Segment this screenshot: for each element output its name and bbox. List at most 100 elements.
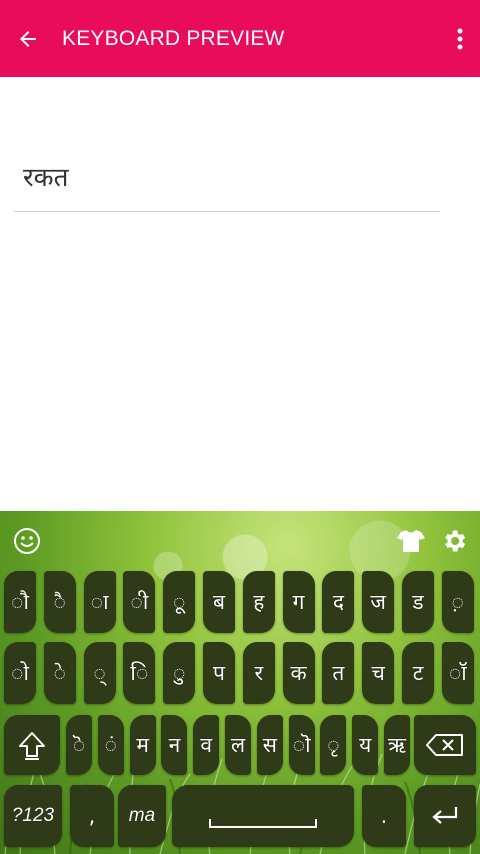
enter-key[interactable]: [414, 785, 476, 847]
key-row1-5[interactable]: ब: [203, 571, 235, 633]
app-bar: KEYBOARD PREVIEW: [0, 0, 480, 77]
key-label: ो: [11, 661, 29, 685]
key-label: ॊ: [292, 733, 311, 757]
key-row3-8[interactable]: ृ: [320, 715, 347, 775]
key-row3-5[interactable]: ल: [225, 715, 251, 775]
key-row3-3[interactable]: न: [161, 715, 188, 775]
key-label: ड: [412, 590, 424, 614]
key-label: ज: [370, 590, 386, 614]
backspace-icon: [426, 734, 463, 756]
gear-icon: [445, 530, 466, 552]
key-label: ्: [93, 661, 106, 685]
key-row2-3[interactable]: ि: [123, 642, 156, 704]
key-row2-5[interactable]: प: [203, 642, 235, 704]
shift-icon: [19, 732, 45, 760]
more-vertical-icon: [457, 28, 463, 49]
space-bar-indicator: [209, 818, 317, 828]
theme-button[interactable]: [394, 524, 428, 558]
key-label: ृ: [327, 733, 340, 757]
key-label: र: [254, 661, 264, 685]
key-label: ग: [292, 590, 305, 614]
key-label: ि: [130, 661, 149, 685]
key-row2-1[interactable]: े: [43, 642, 76, 704]
comma-key-label: ,: [88, 804, 96, 828]
key-label: ं: [104, 733, 118, 757]
key-row1-6[interactable]: ह: [242, 571, 275, 633]
key-row1-8[interactable]: द: [322, 571, 355, 633]
emoji-icon: [14, 528, 40, 554]
key-row1-9[interactable]: ज: [362, 571, 395, 633]
key-row1-7[interactable]: ग: [282, 571, 315, 633]
symbols-key-label: ?123: [11, 805, 55, 826]
key-label: व: [200, 733, 213, 757]
language-key[interactable]: ma: [118, 785, 166, 847]
preview-text-field[interactable]: रकत: [14, 150, 440, 212]
period-key-label: .: [380, 804, 388, 828]
key-row1-0[interactable]: ौ: [4, 571, 36, 633]
key-row2-7[interactable]: क: [282, 642, 315, 704]
key-label: स: [262, 733, 277, 757]
key-label: द: [332, 590, 344, 614]
backspace-key[interactable]: [414, 715, 476, 775]
key-label: ़: [451, 590, 465, 614]
key-label: ौ: [11, 590, 29, 614]
tshirt-icon: [397, 530, 425, 552]
key-row1-2[interactable]: ा: [83, 571, 116, 633]
key-row3-6[interactable]: स: [256, 715, 283, 775]
space-key[interactable]: [172, 785, 354, 847]
key-row3-0[interactable]: ॆ: [66, 715, 92, 775]
settings-button[interactable]: [436, 524, 472, 558]
key-label: य: [359, 733, 372, 757]
period-key[interactable]: .: [362, 785, 406, 847]
key-row3-2[interactable]: म: [129, 715, 156, 775]
key-label: प: [213, 661, 225, 685]
key-row2-2[interactable]: ्: [83, 642, 116, 704]
preview-text-value: रकत: [23, 163, 69, 193]
arrow-left-icon: [20, 30, 36, 47]
key-row3-10[interactable]: ऋ: [384, 715, 410, 775]
key-row3-7[interactable]: ॊ: [288, 715, 315, 775]
shift-key[interactable]: [4, 715, 60, 775]
key-row2-8[interactable]: त: [322, 642, 355, 704]
key-row1-10[interactable]: ड: [402, 571, 434, 633]
key-row2-6[interactable]: र: [242, 642, 275, 704]
emoji-button[interactable]: [8, 524, 46, 558]
key-row2-11[interactable]: ॉ: [441, 642, 474, 704]
key-row1-1[interactable]: ै: [43, 571, 76, 633]
key-label: न: [168, 733, 181, 757]
key-label: ी: [130, 590, 149, 614]
key-row2-9[interactable]: च: [362, 642, 395, 704]
keyboard: ?123 , ma . ौैाीू ब ह ग द ज ड़ोे्िु प र क त च टॉॆं म न…: [0, 511, 480, 854]
key-row1-11[interactable]: ़: [441, 571, 474, 633]
key-row3-9[interactable]: य: [352, 715, 379, 775]
back-button[interactable]: [2, 0, 54, 77]
key-row3-4[interactable]: व: [193, 715, 220, 775]
key-label: ा: [90, 590, 109, 614]
key-label: क: [290, 661, 307, 685]
key-label: ॆ: [72, 733, 86, 757]
key-label: ऋ: [388, 733, 406, 757]
key-label: ॉ: [448, 661, 467, 685]
key-row2-10[interactable]: ट: [402, 642, 434, 704]
key-label: ू: [172, 590, 186, 614]
symbols-key[interactable]: ?123: [4, 785, 62, 847]
language-key-label: ma: [128, 805, 156, 826]
key-row1-3[interactable]: ी: [123, 571, 156, 633]
comma-key[interactable]: ,: [70, 785, 114, 847]
key-label: ट: [412, 661, 424, 685]
key-row1-4[interactable]: ू: [163, 571, 196, 633]
key-label: ु: [172, 661, 186, 685]
key-label: त: [332, 661, 345, 685]
key-label: म: [136, 733, 149, 757]
page-title: KEYBOARD PREVIEW: [62, 26, 285, 50]
key-label: ब: [213, 590, 225, 614]
key-label: च: [371, 661, 385, 685]
key-label: ह: [253, 590, 265, 614]
key-row3-1[interactable]: ं: [97, 715, 124, 775]
more-options-button[interactable]: [440, 0, 480, 77]
key-label: ै: [53, 590, 67, 614]
key-row2-4[interactable]: ु: [163, 642, 196, 704]
key-row2-0[interactable]: ो: [4, 642, 36, 704]
enter-icon: [432, 807, 458, 824]
key-label: े: [53, 661, 67, 685]
